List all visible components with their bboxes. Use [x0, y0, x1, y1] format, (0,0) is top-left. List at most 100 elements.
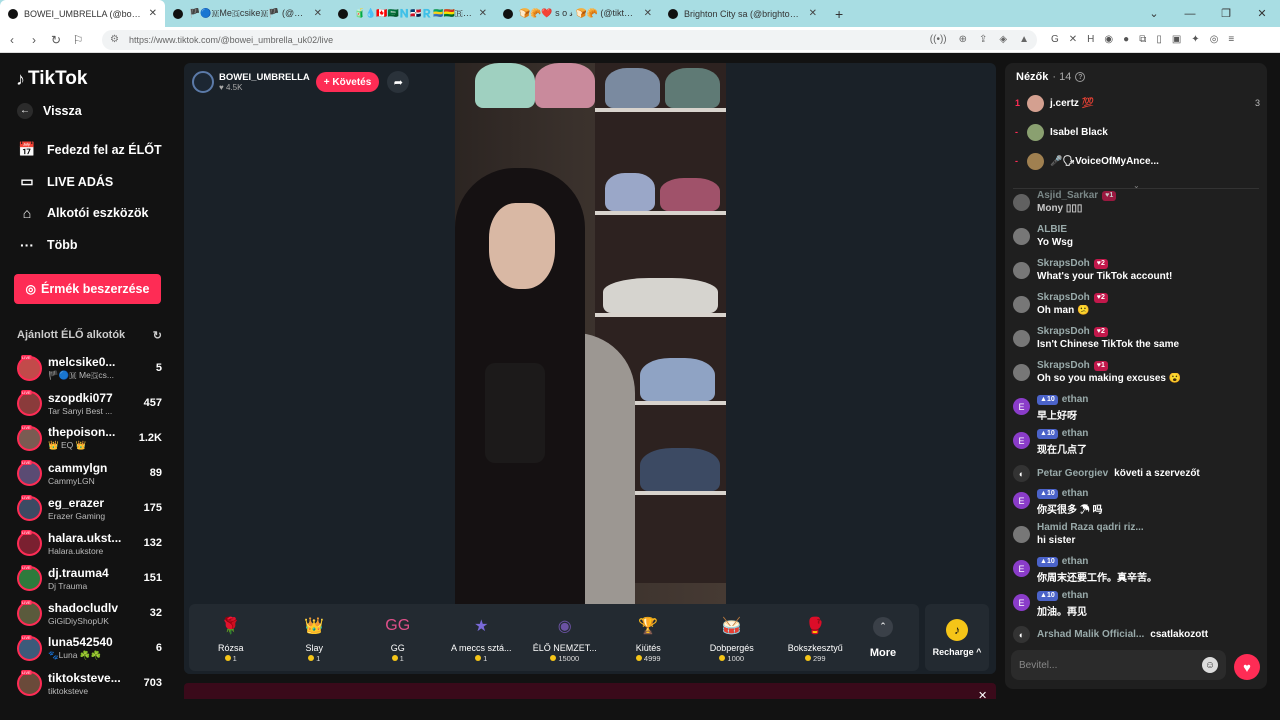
user-avatar[interactable]: E: [1013, 560, 1030, 577]
extension-icon[interactable]: H: [1087, 34, 1094, 45]
follow-button[interactable]: + Követés: [315, 72, 380, 92]
chat-username[interactable]: Hamid Raza qadri riz...: [1037, 522, 1144, 533]
chat-username[interactable]: Asjid_Sarkar: [1037, 190, 1098, 201]
chat-username[interactable]: ethan: [1062, 394, 1089, 405]
top-viewer-row[interactable]: - 🎤🗣VoiceOfMyAnce...: [1015, 151, 1260, 171]
suggested-creator[interactable]: melcsike0... 🏴🔵🇲 Me🇬cs... 5: [17, 352, 162, 384]
chat-username[interactable]: ethan: [1062, 556, 1089, 567]
sidebar-nav-item[interactable]: ▭ LIVE ADÁS: [17, 173, 113, 190]
get-coins-button[interactable]: ◎ Érmék beszerzése: [14, 274, 161, 304]
rewards-icon[interactable]: ▲: [1019, 34, 1029, 45]
like-heart-icon[interactable]: ♥: [1234, 654, 1260, 680]
leo-icon[interactable]: ✦: [1191, 34, 1199, 45]
top-viewer-row[interactable]: - Isabel Black: [1015, 122, 1260, 142]
live-video[interactable]: [455, 63, 726, 604]
emoji-icon[interactable]: ☺: [1202, 657, 1218, 673]
zoom-icon[interactable]: ⊕: [959, 34, 967, 45]
user-avatar[interactable]: [1013, 194, 1030, 211]
chat-username[interactable]: SkrapsDoh: [1037, 326, 1090, 337]
tab-close-icon[interactable]: ✕: [809, 8, 817, 19]
gift-item[interactable]: 🥊 Bokszkesztyű 299: [774, 613, 858, 663]
browser-tab[interactable]: 🧃💧🇨🇦🇸🇦🇳🇩🇴🇷🇬🇦🇧🇴🇷👤 ✕: [330, 0, 495, 27]
recharge-button[interactable]: ♪ Recharge ^: [925, 604, 989, 671]
chat-username[interactable]: ethan: [1062, 488, 1089, 499]
minimize-icon[interactable]: —: [1172, 8, 1208, 20]
user-avatar[interactable]: [1013, 296, 1030, 313]
browser-tab[interactable]: 🍞🥐❤️ s o 𝓈 🍞🥐 (@tiktok.roil ✕: [495, 0, 660, 27]
user-avatar[interactable]: [1013, 364, 1030, 381]
suggested-creator[interactable]: thepoison... 👑 EQ 👑 1.2K: [17, 422, 162, 454]
suggested-creator[interactable]: szopdki077 Tar Sanyi Best ... 457: [17, 387, 162, 419]
user-avatar[interactable]: [1013, 262, 1030, 279]
refresh-icon[interactable]: ↻: [153, 329, 162, 342]
chat-username[interactable]: SkrapsDoh: [1037, 258, 1090, 269]
gift-item[interactable]: 🌹 Rózsa 1: [189, 613, 273, 663]
site-settings-icon[interactable]: ⚙: [110, 34, 119, 45]
suggested-creator[interactable]: cammylgn CammyLGN 89: [17, 457, 162, 489]
bottom-banner[interactable]: [184, 683, 996, 699]
suggested-creator[interactable]: eg_erazer Erazer Gaming 175: [17, 492, 162, 524]
host-avatar[interactable]: [192, 71, 214, 93]
url-field[interactable]: ⚙ https://www.tiktok.com/@bowei_umbrella…: [102, 29, 1037, 50]
user-avatar[interactable]: [1013, 526, 1030, 543]
menu-icon[interactable]: ≡: [1228, 34, 1234, 45]
chat-input[interactable]: [1019, 659, 1202, 671]
tab-close-icon[interactable]: ✕: [479, 8, 487, 19]
user-avatar[interactable]: E: [1013, 492, 1030, 509]
chat-username[interactable]: ALBIE: [1037, 224, 1067, 235]
extension-icon[interactable]: ✕: [1069, 34, 1077, 45]
restore-icon[interactable]: ❐: [1208, 7, 1244, 20]
brave-shield-icon[interactable]: ◈: [999, 34, 1007, 45]
tiktok-logo[interactable]: ♪ TikTok: [16, 68, 87, 90]
chat-username[interactable]: Arshad Malik Official...: [1037, 629, 1144, 640]
gift-item[interactable]: 🏆 Kiütés 4999: [607, 613, 691, 663]
gift-item[interactable]: 🥁 Dobpergés 1000: [690, 613, 774, 663]
share-icon[interactable]: ➦: [387, 71, 410, 93]
gift-item[interactable]: ◉ ÉLŐ NEMZET... 15000: [523, 613, 607, 663]
sidebar-nav-item[interactable]: ⌂ Alkotói eszközök: [17, 205, 149, 221]
extension-icon[interactable]: ●: [1123, 34, 1129, 45]
forward-arrow-icon[interactable]: ›: [24, 33, 44, 47]
chat-username[interactable]: SkrapsDoh: [1037, 360, 1090, 371]
suggested-creator[interactable]: dj.trauma4 Dj Trauma 151: [17, 562, 162, 594]
tab-close-icon[interactable]: ✕: [314, 8, 322, 19]
browser-tab[interactable]: BOWEI_UMBRELLA (@bowei ✕: [0, 0, 165, 27]
user-avatar[interactable]: [1013, 228, 1030, 245]
top-viewer-row[interactable]: 1 j.certz 💯 3: [1015, 93, 1260, 113]
translate-icon[interactable]: G: [1051, 34, 1059, 45]
chat-username[interactable]: SkrapsDoh: [1037, 292, 1090, 303]
user-avatar[interactable]: E: [1013, 594, 1030, 611]
bookmark-icon[interactable]: ⚐: [68, 33, 88, 47]
chat-username[interactable]: ethan: [1062, 428, 1089, 439]
user-avatar[interactable]: E: [1013, 432, 1030, 449]
gift-item[interactable]: GG GG 1: [356, 613, 440, 663]
cast-icon[interactable]: ((•)): [930, 34, 947, 45]
user-avatar[interactable]: ◐: [1013, 465, 1030, 482]
viewers-header[interactable]: Nézők · 14 ?: [1016, 71, 1086, 83]
reload-icon[interactable]: ↻: [46, 33, 66, 47]
browser-tab[interactable]: 🏴🔵🇲Me🇬csike🇲🏴 (@melc ✕: [165, 0, 330, 27]
tab-search-icon[interactable]: ⌄: [1136, 7, 1172, 20]
host-name[interactable]: BOWEI_UMBRELLA: [219, 72, 310, 83]
extension-icon[interactable]: ◉: [1104, 34, 1113, 45]
share-page-icon[interactable]: ⇪: [979, 34, 987, 45]
new-tab-button[interactable]: +: [825, 0, 853, 27]
puzzle-icon[interactable]: ⧉: [1139, 34, 1146, 45]
vpn-icon[interactable]: ◎: [1210, 34, 1219, 45]
user-avatar[interactable]: E: [1013, 398, 1030, 415]
wallet-icon[interactable]: ▣: [1172, 34, 1181, 45]
close-window-icon[interactable]: ✕: [1244, 7, 1280, 20]
sidebar-nav-item[interactable]: 📅 Fedezd fel az ÉLŐT: [17, 141, 161, 158]
tab-close-icon[interactable]: ✕: [644, 8, 652, 19]
sidebar-nav-item[interactable]: ··· Több: [17, 237, 78, 253]
browser-tab[interactable]: Brighton City sa (@brighton.city) ÉLŐ ✕: [660, 0, 825, 27]
tab-close-icon[interactable]: ✕: [149, 8, 157, 19]
suggested-creator[interactable]: tiktoksteve... tiktoksteve 703: [17, 667, 162, 699]
chat-username[interactable]: ethan: [1062, 590, 1089, 601]
suggested-creator[interactable]: halara.ukst... Halara.ukstore 132: [17, 527, 162, 559]
back-link[interactable]: ← Vissza: [17, 103, 82, 119]
user-avatar[interactable]: ◐: [1013, 626, 1030, 643]
close-icon[interactable]: ✕: [978, 689, 987, 702]
gift-item[interactable]: 👑 Slay 1: [273, 613, 357, 663]
user-avatar[interactable]: [1013, 330, 1030, 347]
